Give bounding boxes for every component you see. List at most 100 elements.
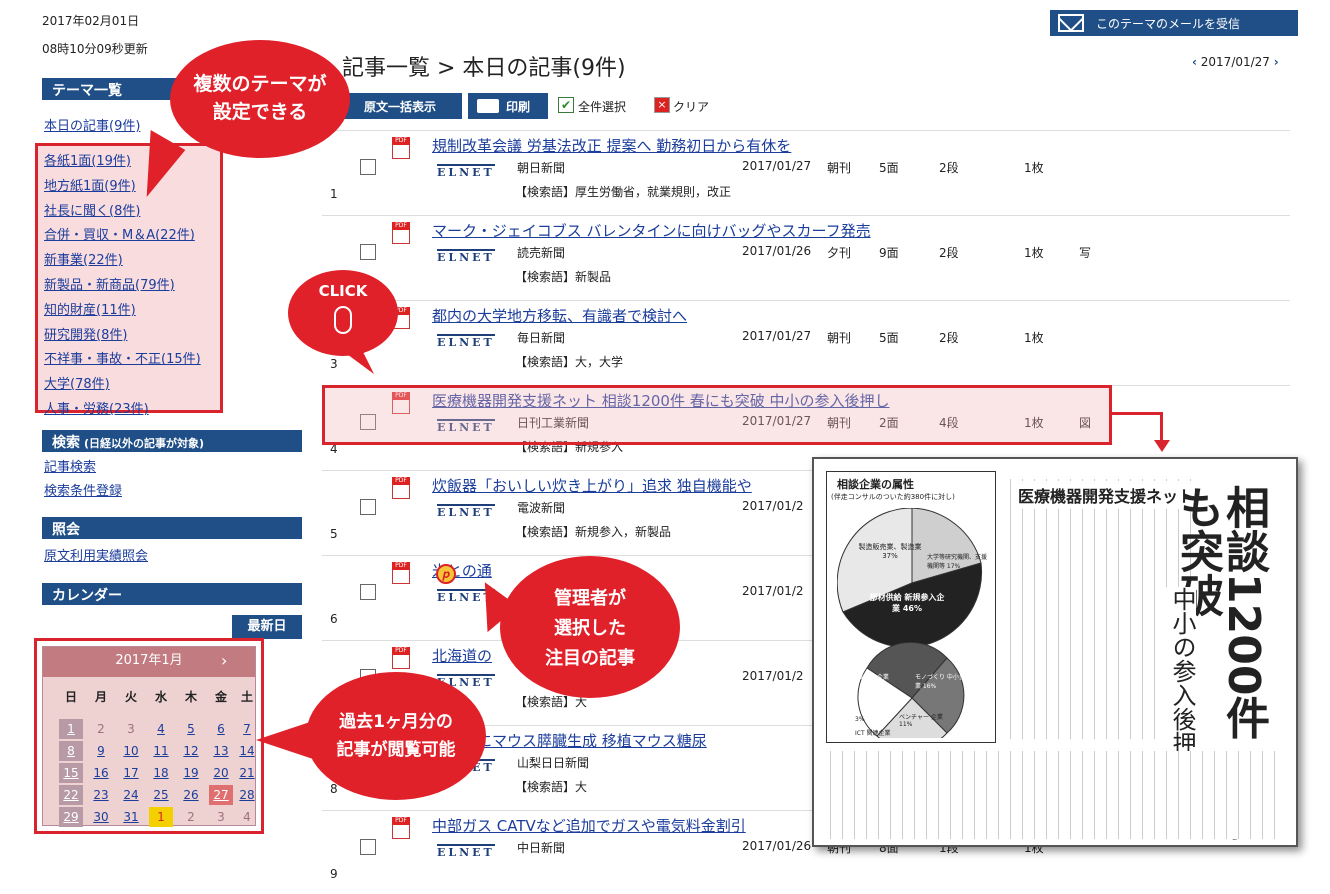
calendar-day[interactable]: 10 xyxy=(119,741,143,761)
article-paper: 読売新聞 xyxy=(517,246,566,260)
sidebar-item-today[interactable]: 本日の記事(9件) xyxy=(44,115,140,134)
pdf-icon[interactable] xyxy=(392,477,410,499)
article-title-link[interactable]: 都内の大学地方移転、有識者で検討へ xyxy=(432,305,687,326)
calendar-day[interactable]: 25 xyxy=(149,785,173,805)
calendar-day[interactable]: 18 xyxy=(149,763,173,783)
search-heading: 検索 (日経以外の記事が対象) xyxy=(42,430,302,452)
pdf-icon[interactable] xyxy=(392,647,410,669)
calendar-day[interactable]: 11 xyxy=(149,741,173,761)
article-checkbox[interactable] xyxy=(360,499,376,515)
calendar-weekday: 金 xyxy=(214,690,227,704)
calendar-day[interactable]: 29 xyxy=(59,807,83,827)
calendar-day[interactable]: 24 xyxy=(119,785,143,805)
article-checkbox[interactable] xyxy=(360,584,376,600)
latest-day-button[interactable]: 最新日 xyxy=(232,615,302,639)
article-checkbox[interactable] xyxy=(360,839,376,855)
calendar-day[interactable]: 30 xyxy=(89,807,113,827)
calendar-day[interactable]: 27 xyxy=(209,785,233,805)
sidebar-theme-item[interactable]: 合併・買収・M＆A(22件) xyxy=(44,224,195,243)
calendar-day[interactable]: 4 xyxy=(149,719,173,739)
article-title-link[interactable]: 北海道の xyxy=(432,645,492,666)
sidebar-theme-item[interactable]: 人事・労務(23件) xyxy=(44,398,149,417)
calendar-day[interactable]: 2 xyxy=(179,807,203,827)
next-icon[interactable]: › xyxy=(1274,55,1279,69)
calendar-day[interactable]: 28 xyxy=(235,785,259,805)
search-condition-link[interactable]: 検索条件登録 xyxy=(44,480,122,499)
calendar-day[interactable]: 21 xyxy=(235,763,259,783)
checkbox-check-icon: ✔ xyxy=(558,97,574,113)
calendar-day[interactable]: 13 xyxy=(209,741,233,761)
calendar-day[interactable]: 8 xyxy=(59,741,83,761)
clear-link[interactable]: クリア xyxy=(673,98,709,115)
pdf-icon[interactable] xyxy=(392,562,410,584)
pdf-icon[interactable] xyxy=(392,222,410,244)
article-keywords: 【検索語】厚生労働省，就業規則，改正 xyxy=(515,185,732,199)
article-number: 5 xyxy=(330,527,338,541)
calendar-day[interactable]: 1 xyxy=(149,807,173,827)
calendar-day[interactable]: 17 xyxy=(119,763,143,783)
calendar-day[interactable]: 3 xyxy=(119,719,143,739)
article-paper: 中日新聞 xyxy=(517,841,566,855)
prev-icon[interactable]: ‹ xyxy=(1192,55,1197,69)
calendar-day[interactable]: 1 xyxy=(59,719,83,739)
clip-pie1-label-3: 部材供給 新規参入企業 46% xyxy=(869,593,945,613)
calendar-day[interactable]: 5 xyxy=(179,719,203,739)
next-month-icon[interactable]: › xyxy=(221,647,227,675)
sidebar-theme-item[interactable]: 研究開発(8件) xyxy=(44,324,127,343)
reference-heading: 照会 xyxy=(42,517,302,539)
selected-article-highlight xyxy=(322,385,1112,445)
article-title-link[interactable]: マーク・ジェイコブス バレンタインに向けバッグやスカーフ発売 xyxy=(432,220,871,241)
calendar-month: 2017年1月 › xyxy=(43,647,255,677)
calendar-day[interactable]: 16 xyxy=(89,763,113,783)
calendar-day[interactable]: 19 xyxy=(179,763,203,783)
calendar-day[interactable]: 2 xyxy=(89,719,113,739)
clip-pie2-label-3: ベンチャー 企業 11% xyxy=(899,714,943,728)
sidebar-theme-item[interactable]: 大学(78件) xyxy=(44,373,110,392)
clip-body-text-lower xyxy=(826,751,1286,839)
article-keywords: 【検索語】新製品 xyxy=(515,270,612,284)
calendar-day[interactable]: 26 xyxy=(179,785,203,805)
sidebar-theme-item[interactable]: 社長に聞く(8件) xyxy=(44,200,140,219)
mouse-icon xyxy=(334,306,352,334)
calendar-day[interactable]: 31 xyxy=(119,807,143,827)
update-time: 08時10分09秒更新 xyxy=(42,42,148,56)
article-title-link[interactable]: 中部ガス CATVなど追加でガスや電気料金割引 xyxy=(432,815,746,836)
sidebar-theme-item[interactable]: 不祥事・事故・不正(15件) xyxy=(44,348,201,367)
calendar-weekday: 土 xyxy=(240,690,253,704)
sidebar-theme-item[interactable]: 新製品・新商品(79件) xyxy=(44,274,175,293)
date-navigator[interactable]: ‹ 2017/01/27 › xyxy=(1192,55,1279,69)
calendar-day[interactable]: 3 xyxy=(209,807,233,827)
calendar-day[interactable]: 4 xyxy=(235,807,259,827)
article-title-link[interactable]: 炊飯器「おいしい炊き上がり」追求 独自機能や xyxy=(432,475,752,496)
calendar-day[interactable]: 6 xyxy=(209,719,233,739)
pdf-icon[interactable] xyxy=(392,817,410,839)
calendar-day[interactable]: 12 xyxy=(179,741,203,761)
article-dan: 2段 xyxy=(939,161,959,175)
calendar-day[interactable]: 20 xyxy=(209,763,233,783)
calendar-day[interactable]: 9 xyxy=(89,741,113,761)
sidebar-theme-item[interactable]: 新事業(22件) xyxy=(44,249,123,268)
article-pages: 1枚 xyxy=(1024,246,1044,260)
article-title-link[interactable]: 規制改革会議 労基法改正 提案へ 勤務初日から有休を xyxy=(432,135,791,156)
pdf-icon[interactable] xyxy=(392,137,410,159)
article-checkbox[interactable] xyxy=(360,159,376,175)
usage-reference-link[interactable]: 原文利用実績照会 xyxy=(44,545,148,564)
pick-badge-icon: 𝒑 xyxy=(436,564,456,584)
calendar-day[interactable]: 23 xyxy=(89,785,113,805)
page-title: 記事一覧 > 本日の記事(9件) xyxy=(342,56,626,81)
calendar-day[interactable]: 22 xyxy=(59,785,83,805)
sidebar-theme-item[interactable]: 各紙1面(19件) xyxy=(44,150,131,169)
article-paper: 朝日新聞 xyxy=(517,161,566,175)
clip-banner: 医療機器開発支援ネット xyxy=(1014,481,1199,509)
article-row: 2マーク・ジェイコブス バレンタインに向けバッグやスカーフ発売読売新聞2017/… xyxy=(322,215,1290,299)
theme-mail-button[interactable]: このテーマのメールを受信 xyxy=(1050,10,1298,36)
article-search-link[interactable]: 記事検索 xyxy=(44,456,96,475)
clip-pie1-label-2: 大学等研究機関、支援機関等 17% xyxy=(927,554,988,570)
clip-chart: 相談企業の属性 (伴走コンサルのついた約380件に対し) 製造販売業、製造業 3… xyxy=(826,471,996,743)
sidebar-theme-item[interactable]: 知的財産(11件) xyxy=(44,299,136,318)
calendar-day[interactable]: 15 xyxy=(59,763,83,783)
calendar-weekday: 火 xyxy=(124,690,137,704)
article-checkbox[interactable] xyxy=(360,244,376,260)
select-all-link[interactable]: 全件選択 xyxy=(578,98,626,115)
article-keywords: 【検索語】大，大学 xyxy=(515,355,624,369)
